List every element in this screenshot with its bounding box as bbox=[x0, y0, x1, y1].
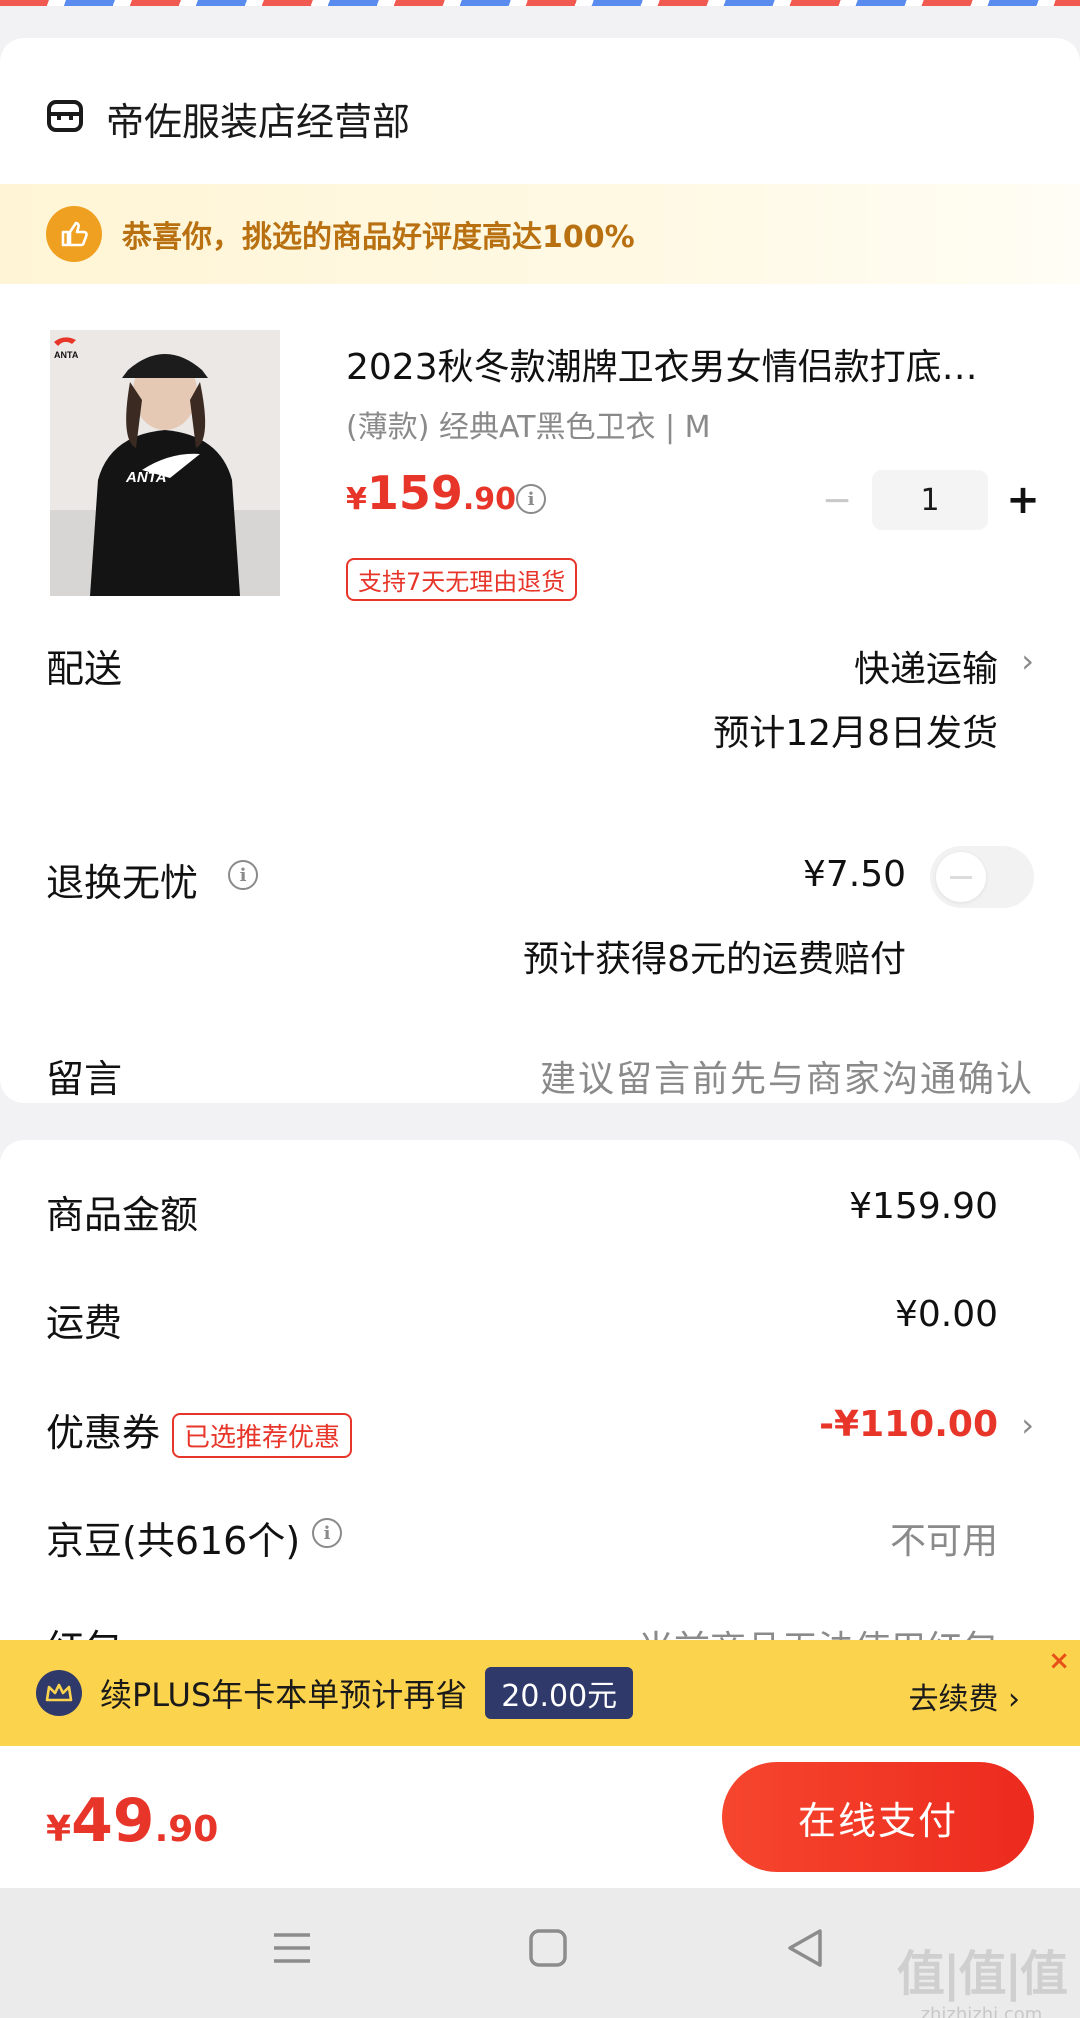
shop-name: 帝佐服装店经营部 bbox=[106, 99, 411, 144]
store-icon bbox=[46, 99, 84, 137]
message-label: 留言 bbox=[46, 1057, 123, 1101]
rating-banner: 恭喜你，挑选的商品好评度高达100% bbox=[0, 184, 1080, 284]
checkout-bar: ¥49.90 在线支付 bbox=[0, 1746, 1080, 1888]
product-image-brand: ANTA bbox=[125, 469, 167, 486]
goods-amount-value: ¥159.90 bbox=[849, 1186, 998, 1227]
returns-toggle[interactable] bbox=[930, 846, 1034, 908]
summary-card: 商品金额 ¥159.90 运费 ¥0.00 优惠券 已选推荐优惠 -¥110.00… bbox=[0, 1140, 1080, 1660]
message-input[interactable]: 建议留言前先与商家沟通确认 bbox=[540, 1050, 1034, 1102]
delivery-label: 配送 bbox=[46, 647, 123, 691]
total-currency: ¥ bbox=[46, 1809, 72, 1850]
beans-info-icon[interactable]: i bbox=[312, 1518, 342, 1548]
beans-value: 不可用 bbox=[889, 1521, 998, 1562]
coupon-label: 优惠券 bbox=[46, 1411, 161, 1455]
price-info-icon[interactable]: i bbox=[516, 484, 546, 514]
coupon-chevron-icon[interactable]: › bbox=[1021, 1406, 1034, 1444]
order-card: 帝佐服装店经营部 恭喜你，挑选的商品好评度高达100% ANTA ANTA 20… bbox=[0, 38, 1080, 1103]
product-price: ¥159.90 bbox=[346, 466, 516, 520]
home-icon[interactable] bbox=[526, 1926, 570, 1974]
product-title[interactable]: 2023秋冬款潮牌卫衣男女情侣款打底… bbox=[346, 338, 1036, 390]
price-integer: 159 bbox=[366, 466, 463, 520]
price-currency: ¥ bbox=[346, 482, 367, 517]
menu-icon[interactable] bbox=[270, 1926, 314, 1974]
watermark-url: zhizhizhi.com bbox=[920, 2004, 1043, 2018]
airmail-stripe bbox=[0, 0, 1080, 6]
thumbs-up-icon bbox=[46, 206, 102, 262]
plus-renew-bar[interactable]: 续PLUS年卡本单预计再省 20.00元 去续费 › × bbox=[0, 1640, 1080, 1746]
product-image-logo: ANTA bbox=[54, 350, 79, 360]
rating-banner-text: 恭喜你，挑选的商品好评度高达100% bbox=[122, 220, 635, 255]
shipping-label: 运费 bbox=[46, 1301, 123, 1345]
plus-promo-text: 续PLUS年卡本单预计再省 bbox=[100, 1676, 468, 1714]
quantity-value[interactable]: 1 bbox=[872, 470, 988, 530]
watermark-logo: 值|值|值 bbox=[896, 1946, 1068, 2002]
toggle-knob bbox=[936, 852, 986, 902]
goods-amount-label: 商品金额 bbox=[46, 1193, 199, 1237]
delivery-eta: 预计12月8日发货 bbox=[713, 713, 998, 754]
shop-header[interactable]: 帝佐服装店经营部 bbox=[46, 78, 410, 158]
crown-icon bbox=[36, 1670, 82, 1716]
returns-note: 预计获得8元的运费赔付 bbox=[523, 939, 906, 980]
returns-price: ¥7.50 bbox=[802, 854, 906, 895]
close-icon[interactable]: × bbox=[1048, 1646, 1070, 1676]
return-policy-tag: 支持7天无理由退货 bbox=[346, 558, 578, 601]
quantity-stepper: − 1 + bbox=[812, 470, 1048, 530]
back-icon[interactable] bbox=[784, 1926, 828, 1974]
product-image[interactable]: ANTA ANTA bbox=[50, 330, 280, 596]
quantity-plus-button[interactable]: + bbox=[998, 477, 1048, 523]
renew-link[interactable]: 去续费 › bbox=[908, 1674, 1020, 1718]
product-spec[interactable]: (薄款) 经典AT黑色卫衣 | M bbox=[346, 402, 711, 446]
coupon-tag: 已选推荐优惠 bbox=[172, 1413, 353, 1458]
quantity-minus-button[interactable]: − bbox=[812, 480, 862, 521]
delivery-chevron-icon[interactable]: › bbox=[1021, 642, 1034, 680]
pay-online-button[interactable]: 在线支付 bbox=[722, 1762, 1034, 1872]
beans-label: 京豆(共616个) bbox=[46, 1519, 301, 1563]
returns-label: 退换无忧 bbox=[46, 861, 199, 905]
site-watermark: 值|值|值 zhizhizhi.com bbox=[896, 1934, 1068, 2018]
price-decimal: .90 bbox=[462, 482, 517, 517]
total-integer: 49 bbox=[71, 1786, 155, 1856]
delivery-method[interactable]: 快递运输 bbox=[854, 640, 998, 692]
coupon-value[interactable]: -¥110.00 bbox=[819, 1404, 998, 1445]
returns-info-icon[interactable]: i bbox=[228, 860, 258, 890]
total-price: ¥49.90 bbox=[46, 1786, 218, 1856]
plus-save-amount: 20.00元 bbox=[485, 1667, 634, 1719]
shipping-value: ¥0.00 bbox=[894, 1294, 998, 1335]
coupon-row[interactable]: 优惠券 已选推荐优惠 bbox=[46, 1402, 353, 1458]
total-decimal: .90 bbox=[154, 1809, 219, 1850]
